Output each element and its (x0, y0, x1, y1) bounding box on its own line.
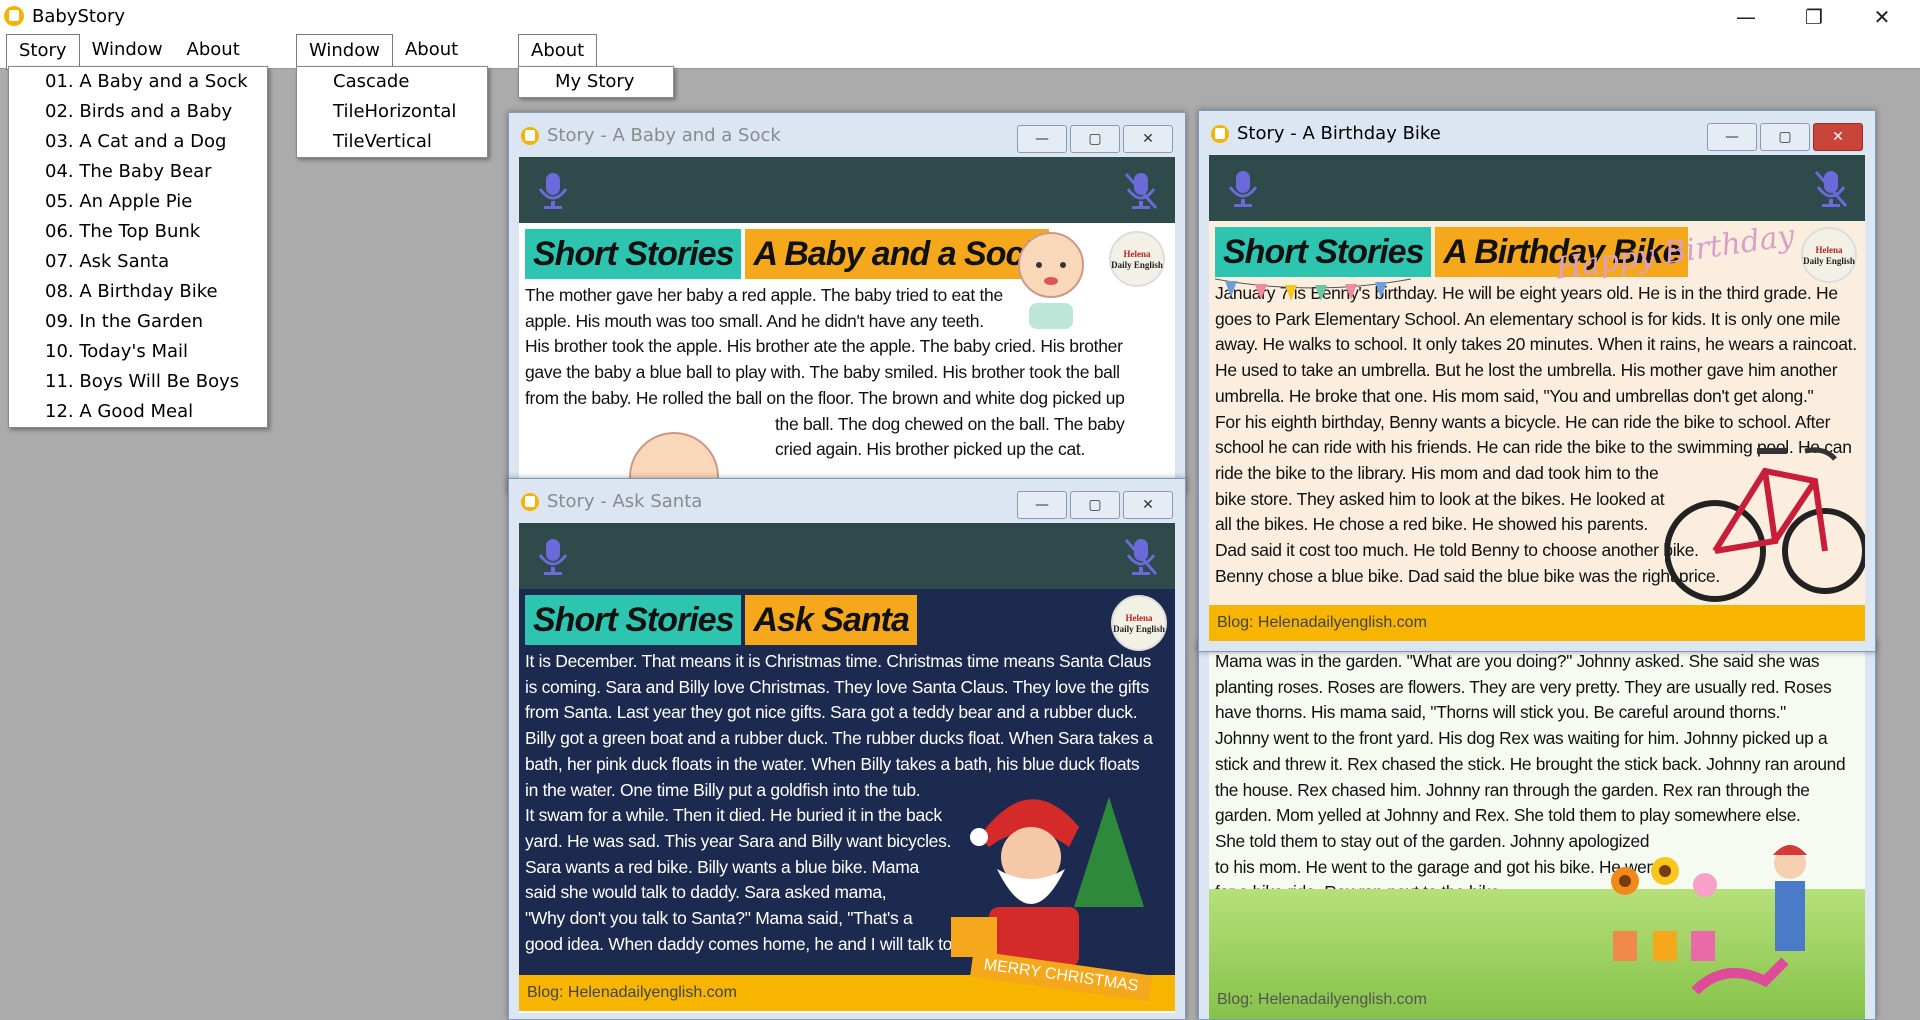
window-close-button[interactable]: ✕ (1813, 123, 1863, 151)
window-body: Short Stories Ask Santa Helena Daily Engl… (519, 523, 1175, 1013)
window-icon (521, 127, 539, 145)
story-menu-item[interactable]: 12. A Good Meal (9, 397, 267, 427)
microphone-off-icon[interactable] (1123, 171, 1159, 211)
window-title: Story - A Birthday Bike (1237, 123, 1441, 144)
story-content: Short Stories A Baby and a Sock Helena Da… (519, 223, 1175, 483)
garden-content: Mama was in the garden. "What are you do… (1209, 641, 1865, 1019)
menubar-1: Story Window About (6, 34, 252, 70)
app-title: BabyStory (32, 6, 126, 27)
story-menu-item[interactable]: 04. The Baby Bear (9, 157, 267, 187)
title-badge: Ask Santa (745, 595, 917, 645)
close-button[interactable]: ✕ (1852, 0, 1912, 34)
story-footer: Blog: Helenadailyenglish.com (1209, 605, 1865, 641)
story-menu-item[interactable]: 01. A Baby and a Sock (9, 67, 267, 97)
app-icon (4, 6, 24, 26)
story-menu-item[interactable]: 05. An Apple Pie (9, 187, 267, 217)
story-window-baby-sock[interactable]: Story - A Baby and a Sock — ▢ ✕ Short St… (508, 112, 1186, 494)
menubar-background (0, 34, 1920, 69)
window-maximize-button[interactable]: ▢ (1070, 125, 1120, 153)
story-menu-item[interactable]: 02. Birds and a Baby (9, 97, 267, 127)
minimize-button[interactable]: — (1716, 0, 1776, 34)
window-close-button[interactable]: ✕ (1123, 491, 1173, 519)
microphone-off-icon[interactable] (1813, 169, 1849, 209)
window-minimize-button[interactable]: — (1707, 123, 1757, 151)
audio-toolbar (1209, 155, 1865, 221)
menubar-3: About (518, 34, 598, 70)
window-close-button[interactable]: ✕ (1123, 125, 1173, 153)
baby-illustration (1018, 232, 1084, 329)
story-menu-item[interactable]: 06. The Top Bunk (9, 217, 267, 247)
garden-illustration (1611, 845, 1807, 995)
window-menu-tilehorizontal[interactable]: TileHorizontal (297, 97, 487, 127)
helena-logo: Helena Daily English (1801, 227, 1857, 283)
story-window-in-the-garden: Mama was in the garden. "What are you do… (1198, 640, 1876, 1020)
story-window-ask-santa[interactable]: Story - Ask Santa — ▢ ✕ Short Stories As… (508, 478, 1186, 1020)
series-badge: Short Stories (1215, 227, 1432, 277)
microphone-icon[interactable] (1225, 169, 1261, 209)
story-window-birthday-bike[interactable]: Story - A Birthday Bike — ▢ ✕ Short Stor… (1198, 110, 1876, 652)
garden-footer: Blog: Helenadailyenglish.com (1217, 991, 1427, 1008)
story-content: Short Stories A Birthday Bike Happy Birt… (1209, 221, 1865, 641)
baby-head-illustration (629, 432, 719, 483)
menu-window[interactable]: Window (80, 34, 175, 68)
story-dropdown: 01. A Baby and a Sock 02. Birds and a Ba… (8, 66, 268, 428)
menu-window[interactable]: Window (296, 34, 393, 70)
story-content: Short Stories Ask Santa Helena Daily Engl… (519, 589, 1175, 1011)
story-header: Short Stories Ask Santa (519, 589, 1175, 645)
window-maximize-button[interactable]: ▢ (1070, 491, 1120, 519)
helena-logo: Helena Daily English (1111, 595, 1167, 651)
window-menu-tilevertical[interactable]: TileVertical (297, 127, 487, 157)
window-minimize-button[interactable]: — (1017, 491, 1067, 519)
microphone-icon[interactable] (535, 171, 571, 211)
window-title: Story - Ask Santa (547, 491, 703, 512)
window-title: Story - A Baby and a Sock (547, 125, 781, 146)
menu-about[interactable]: About (518, 34, 598, 70)
window-menu-cascade[interactable]: Cascade (297, 67, 487, 97)
menubar-2: Window About (296, 34, 471, 70)
window-dropdown: Cascade TileHorizontal TileVertical (296, 66, 488, 158)
bunting-decor (1215, 278, 1411, 301)
window-titlebar[interactable]: Story - A Baby and a Sock — ▢ ✕ (509, 113, 1185, 157)
window-icon (1211, 125, 1229, 143)
window-body: Short Stories A Baby and a Sock Helena Da… (519, 157, 1175, 485)
story-menu-item[interactable]: 09. In the Garden (9, 307, 267, 337)
window-maximize-button[interactable]: ▢ (1760, 123, 1810, 151)
menu-about[interactable]: About (393, 34, 470, 68)
menu-about[interactable]: About (175, 34, 252, 68)
series-badge: Short Stories (525, 229, 742, 279)
window-titlebar[interactable]: Story - Ask Santa — ▢ ✕ (509, 479, 1185, 523)
story-menu-item[interactable]: 10. Today's Mail (9, 337, 267, 367)
santa-illustration (951, 797, 1144, 967)
maximize-button[interactable]: ❐ (1784, 0, 1844, 34)
window-icon (521, 493, 539, 511)
story-menu-item[interactable]: 11. Boys Will Be Boys (9, 367, 267, 397)
menu-story[interactable]: Story (6, 34, 80, 70)
helena-logo: Helena Daily English (1109, 231, 1165, 287)
series-badge: Short Stories (525, 595, 742, 645)
microphone-icon[interactable] (535, 537, 571, 577)
window-body: Short Stories A Birthday Bike Happy Birt… (1209, 155, 1865, 641)
story-menu-item[interactable]: 07. Ask Santa (9, 247, 267, 277)
window-minimize-button[interactable]: — (1017, 125, 1067, 153)
red-bike-illustration (1665, 447, 1865, 602)
audio-toolbar (519, 157, 1175, 223)
microphone-off-icon[interactable] (1123, 537, 1159, 577)
window-titlebar[interactable]: Story - A Birthday Bike — ▢ ✕ (1199, 111, 1875, 155)
app-titlebar: BabyStory — ❐ ✕ (0, 0, 1920, 34)
about-dropdown: My Story (518, 66, 674, 98)
about-menu-my-story[interactable]: My Story (519, 67, 673, 97)
story-menu-item[interactable]: 08. A Birthday Bike (9, 277, 267, 307)
audio-toolbar (519, 523, 1175, 589)
story-menu-item[interactable]: 03. A Cat and a Dog (9, 127, 267, 157)
